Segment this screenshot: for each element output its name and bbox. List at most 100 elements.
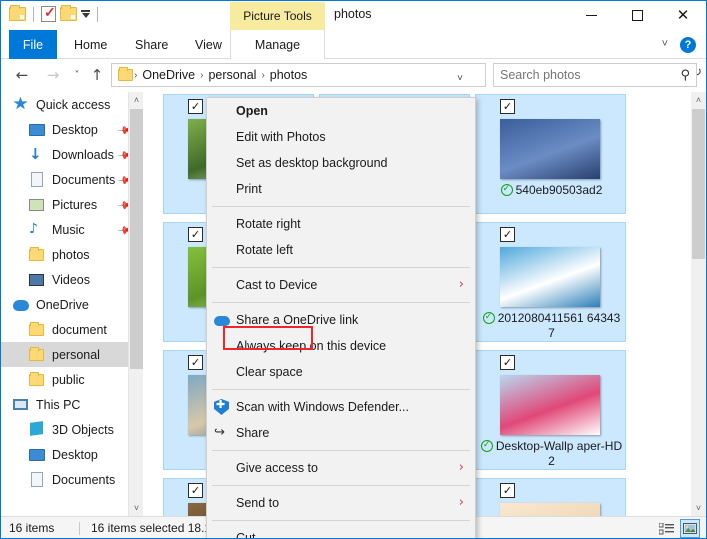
large-icons-view-icon[interactable]	[680, 519, 700, 538]
menu-item-cast-to-device[interactable]: Cast to Device ›	[207, 272, 475, 298]
scroll-down-icon[interactable]: ˅	[129, 500, 143, 516]
file-checkbox[interactable]: ✓	[500, 99, 515, 114]
file-name-label: Desktop-Wallp aper-HD2	[480, 438, 623, 469]
details-view-icon[interactable]	[656, 519, 676, 538]
scroll-up-icon[interactable]: ˄	[129, 92, 143, 108]
breadcrumb-photos[interactable]: photos	[266, 68, 312, 82]
sidebar-item-onedrive[interactable]: OneDrive	[1, 292, 143, 317]
minimize-button[interactable]	[568, 1, 614, 29]
sidebar-item-photos[interactable]: photos	[1, 242, 143, 267]
forward-button[interactable]: →	[43, 65, 63, 85]
desktop-icon	[29, 447, 45, 463]
music-icon: ♪	[29, 220, 38, 237]
sidebar-item-label: Videos	[52, 272, 90, 287]
new-folder-icon[interactable]	[60, 5, 77, 21]
menu-item-clear-space[interactable]: Clear space	[207, 359, 475, 385]
close-button[interactable]: ✕	[660, 1, 706, 29]
file-checkbox[interactable]: ✓	[500, 227, 515, 242]
context-menu[interactable]: Open Edit with Photos Set as desktop backg…	[206, 97, 476, 538]
properties-icon[interactable]	[41, 4, 56, 22]
file-item[interactable]: ✓	[475, 478, 626, 516]
chevron-right-icon: ›	[458, 277, 464, 292]
tab-manage[interactable]: Manage	[230, 30, 325, 59]
chevron-down-icon[interactable]: ˅	[457, 73, 463, 84]
menu-item-rotate-right[interactable]: Rotate right	[207, 211, 475, 237]
breadcrumb-personal[interactable]: personal	[204, 68, 260, 82]
tab-view[interactable]: View	[184, 30, 233, 59]
picture-tools-contextual-group: Picture Tools	[230, 2, 325, 30]
file-item[interactable]: ✓ 2012080411561 643437	[475, 222, 626, 342]
chevron-down-icon[interactable]: ˅	[662, 38, 668, 50]
scroll-up-icon[interactable]: ˄	[691, 92, 706, 108]
maximize-button[interactable]	[614, 1, 660, 29]
sidebar-item-pictures[interactable]: Pictures 📌	[1, 192, 143, 217]
scrollbar-thumb[interactable]	[130, 109, 143, 369]
file-name-label: 540eb90503ad2	[480, 182, 623, 198]
tab-file[interactable]: File	[9, 30, 57, 59]
sidebar-item-music[interactable]: ♪ Music 📌	[1, 217, 143, 242]
menu-item-scan-with-windows-defender[interactable]: Scan with Windows Defender...	[207, 394, 475, 420]
menu-item-label: Rotate right	[236, 217, 301, 231]
customize-dropdown-icon[interactable]	[81, 10, 90, 18]
menu-separator	[212, 485, 470, 486]
sidebar-item-label: document	[52, 322, 107, 337]
menu-item-cut[interactable]: Cut	[207, 525, 475, 538]
sidebar-item-document[interactable]: document	[1, 317, 143, 342]
file-name-label: 2012080411561 643437	[480, 310, 623, 341]
sidebar-scrollbar[interactable]: ˄ ˅	[128, 92, 143, 516]
maximize-icon	[631, 9, 643, 21]
menu-item-send-to[interactable]: Send to ›	[207, 490, 475, 516]
file-checkbox[interactable]: ✓	[500, 355, 515, 370]
sidebar-item-quick-access[interactable]: Quick access	[1, 92, 143, 117]
help-icon[interactable]: ?	[680, 37, 696, 53]
scroll-down-icon[interactable]: ˅	[691, 500, 706, 516]
menu-item-rotate-left[interactable]: Rotate left	[207, 237, 475, 263]
sidebar-item-personal[interactable]: personal	[1, 342, 143, 367]
sidebar-item-this-pc[interactable]: This PC	[1, 392, 143, 417]
search-input[interactable]: Search photos ⚲	[493, 63, 697, 87]
up-button[interactable]: ↑	[87, 65, 107, 85]
file-checkbox[interactable]: ✓	[500, 483, 515, 498]
tab-home[interactable]: Home	[63, 30, 118, 59]
recent-locations-icon[interactable]: ˅	[67, 65, 87, 85]
sidebar-item-label: photos	[52, 247, 90, 262]
file-checkbox[interactable]: ✓	[188, 227, 203, 242]
sidebar-item-public[interactable]: public	[1, 367, 143, 392]
menu-item-give-access-to[interactable]: Give access to ›	[207, 455, 475, 481]
quick-access-toolbar	[9, 4, 101, 22]
sidebar-item-documents[interactable]: Documents 📌	[1, 167, 143, 192]
file-checkbox[interactable]: ✓	[188, 99, 203, 114]
scrollbar-thumb[interactable]	[692, 109, 705, 259]
sidebar-item-label: OneDrive	[36, 297, 89, 312]
file-item[interactable]: ✓ 540eb90503ad2	[475, 94, 626, 214]
file-checkbox[interactable]: ✓	[188, 355, 203, 370]
back-button[interactable]: ←	[12, 65, 32, 85]
windows-defender-shield-icon	[214, 399, 230, 415]
file-item[interactable]: ✓ Desktop-Wallp aper-HD2	[475, 350, 626, 470]
selection-info-label: 16 items selected 18.1	[91, 521, 212, 535]
sidebar-item-3d-objects[interactable]: 3D Objects	[1, 417, 143, 442]
sidebar-item-desktop[interactable]: Desktop	[1, 442, 143, 467]
onedrive-cloud-icon	[13, 297, 29, 313]
sidebar-item-label: public	[52, 372, 85, 387]
file-checkbox[interactable]: ✓	[188, 483, 203, 498]
sidebar-item-videos[interactable]: Videos	[1, 267, 143, 292]
menu-item-print[interactable]: Print	[207, 176, 475, 202]
menu-item-open[interactable]: Open	[207, 98, 475, 124]
minimize-icon	[585, 14, 597, 16]
search-placeholder: Search photos	[500, 68, 581, 82]
menu-item-share[interactable]: ↪ Share	[207, 420, 475, 446]
tab-share[interactable]: Share	[124, 30, 179, 59]
menu-item-set-as-desktop-background[interactable]: Set as desktop background	[207, 150, 475, 176]
breadcrumb-onedrive[interactable]: OneDrive	[138, 68, 199, 82]
menu-item-label: Share a OneDrive link	[236, 313, 359, 327]
folder-icon[interactable]	[9, 5, 26, 21]
file-thumbnail	[500, 375, 600, 435]
sidebar-item-desktop[interactable]: Desktop 📌	[1, 117, 143, 142]
menu-item-edit-with-photos[interactable]: Edit with Photos	[207, 124, 475, 150]
sidebar-item-downloads[interactable]: ↓ Downloads 📌	[1, 142, 143, 167]
breadcrumb[interactable]: › OneDrive › personal › photos ˅	[111, 63, 486, 87]
sidebar-item-documents[interactable]: Documents	[1, 467, 143, 492]
share-arrow-icon: ↪	[214, 425, 225, 440]
file-scrollbar[interactable]: ˄ ˅	[691, 92, 706, 516]
